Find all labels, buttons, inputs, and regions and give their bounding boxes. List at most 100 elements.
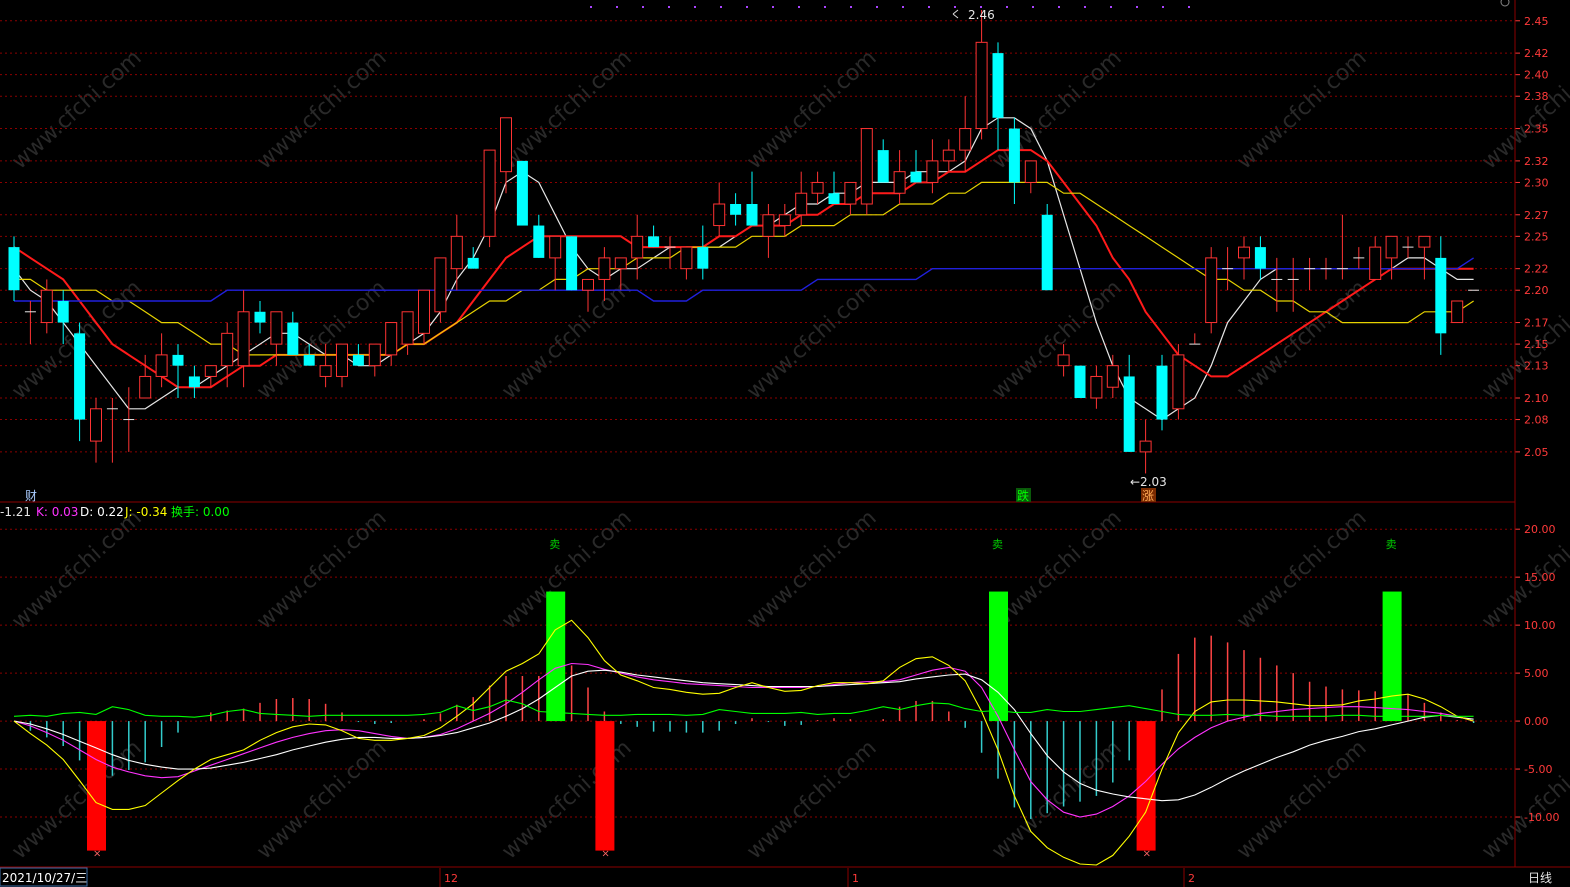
price-tick-label: 2.22: [1524, 263, 1549, 276]
legend-k: K: 0.03: [36, 505, 78, 519]
top-dot: [1058, 6, 1060, 8]
price-axis: 2.45 2.42 2.40 2.38 2.35 2.32 2.30 2.27 2.25 2.22…: [1515, 15, 1549, 459]
candle-up: [959, 128, 972, 151]
top-dot-row: [590, 6, 1190, 8]
top-dot: [668, 6, 670, 8]
top-dot: [1110, 6, 1112, 8]
fall-marker[interactable]: 跌: [1017, 488, 1029, 503]
month-2-label: 2: [1188, 872, 1195, 885]
candle-up: [1024, 160, 1037, 183]
candle-up: [90, 408, 102, 442]
candle-up: [368, 343, 381, 367]
candle-up: [336, 343, 348, 377]
candle-up: [614, 257, 627, 270]
watermark-text: www.cfchi.com: [987, 276, 1126, 405]
period-label[interactable]: 日线: [1528, 871, 1552, 885]
watermark-text: www.cfchi.com: [252, 46, 391, 175]
watermark-text: www.cfchi.com: [252, 736, 391, 865]
price-tick-label: 2.13: [1524, 360, 1549, 373]
indicator-tick-label: 10.00: [1524, 619, 1556, 632]
candle-up: [483, 149, 496, 237]
legend-turnover: 换手: 0.00: [171, 505, 230, 519]
candle-up: [762, 214, 775, 237]
price-tick-label: 2.38: [1524, 90, 1549, 103]
watermark-text: www.cfchi.com: [742, 506, 881, 635]
watermark-layer: www.cfchi.com www.cfchi.com www.cfchi.com w…: [7, 46, 1570, 865]
top-dot: [694, 6, 696, 8]
candle-down: [352, 354, 364, 366]
candle-up: [40, 289, 53, 324]
buy-signal-cross: ×: [1143, 849, 1151, 860]
top-dot: [746, 6, 748, 8]
cursor-date: 2021/10/27/三: [2, 871, 87, 885]
sell-signal-bar: [1382, 591, 1402, 722]
top-dot: [850, 6, 852, 8]
candle-up: [139, 375, 152, 399]
candle-up: [1205, 257, 1218, 324]
candle-up: [221, 332, 234, 367]
candle-up: [1451, 300, 1464, 324]
candle-up: [450, 235, 463, 270]
candle-up: [434, 257, 447, 313]
candle-up: [1139, 440, 1152, 453]
candle-down: [1435, 257, 1447, 334]
candle-down: [254, 311, 266, 323]
price-tick-label: 2.20: [1524, 284, 1549, 297]
legend-j: J: -0.34: [124, 505, 167, 519]
high-annotation: 2.46: [952, 8, 995, 22]
watermark-text: www.cfchi.com: [987, 736, 1126, 865]
top-dot: [1136, 6, 1138, 8]
watermark-text: www.cfchi.com: [497, 276, 636, 405]
rise-marker[interactable]: 涨: [1142, 488, 1154, 503]
ma-line-ma60: [14, 257, 1474, 302]
sell-label: 卖: [992, 538, 1003, 551]
indicator-line-k: [13, 662, 1474, 818]
candle-up: [1238, 246, 1250, 259]
top-dot: [616, 6, 618, 8]
candle-down: [1008, 128, 1020, 183]
window-menu-icon[interactable]: [1500, 0, 1510, 7]
candle-up: [418, 289, 430, 334]
price-tick-label: 2.25: [1524, 230, 1549, 243]
candle-up: [155, 354, 168, 377]
candle-up: [811, 181, 824, 194]
watermark-text: www.cfchi.com: [742, 276, 881, 405]
candle-down: [648, 236, 660, 248]
legend-prefix: -1.21: [0, 505, 31, 519]
top-dot: [902, 6, 904, 8]
buy-signal-cross: ×: [601, 849, 609, 860]
candle-up: [631, 235, 644, 259]
candle-up: [319, 365, 332, 377]
candle-up: [385, 322, 398, 356]
top-dot: [1006, 6, 1008, 8]
high-price-label: 2.46: [968, 8, 995, 22]
candle-up: [549, 235, 562, 259]
legend-d: D: 0.22: [80, 505, 124, 519]
candle-down: [1074, 365, 1086, 398]
sell-label: 卖: [1386, 538, 1397, 551]
month-1-label: 1: [852, 872, 859, 885]
watermark-text: www.cfchi.com: [1477, 736, 1570, 865]
candle-down: [303, 354, 315, 366]
buy-signal-cross: ×: [93, 849, 101, 860]
price-tick-label: 2.15: [1524, 338, 1549, 351]
candle-up: [844, 181, 857, 205]
candlestick-chart[interactable]: www.cfchi.com www.cfchi.com www.cfchi.com w…: [0, 0, 1570, 887]
candle-up: [926, 160, 939, 183]
candle-up: [713, 203, 726, 227]
indicator-tick-label: -10.00: [1524, 811, 1559, 824]
top-dot: [1162, 6, 1164, 8]
candle-up: [1090, 375, 1103, 399]
watermark-text: www.cfchi.com: [987, 46, 1126, 175]
candle-down: [172, 354, 184, 366]
candle-down: [746, 204, 758, 226]
earnings-marker[interactable]: 财: [25, 489, 37, 503]
candle-down: [57, 301, 69, 323]
sell-signal-bar: [989, 591, 1008, 722]
candle-down: [566, 236, 578, 291]
candle-up: [1385, 235, 1398, 259]
top-dot: [1084, 6, 1086, 8]
top-dot: [772, 6, 774, 8]
candle-up: [893, 171, 906, 194]
watermark-text: www.cfchi.com: [252, 506, 391, 635]
